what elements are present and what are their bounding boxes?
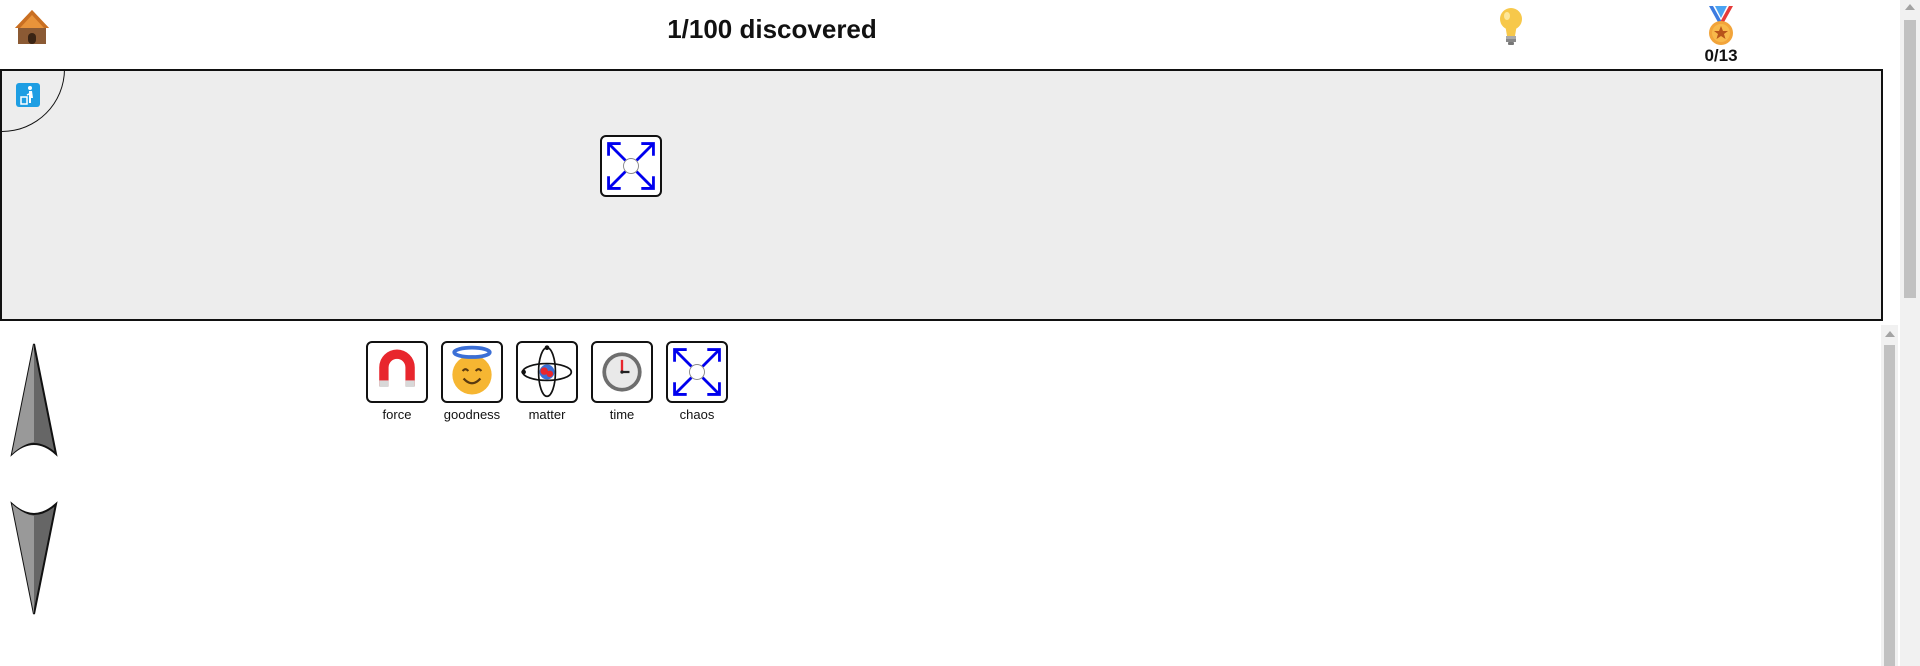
hint-button[interactable] [1495, 6, 1527, 48]
element-tile[interactable] [366, 341, 428, 403]
arrow-down-icon [10, 501, 58, 615]
tray-element-time[interactable]: time [589, 341, 655, 422]
tray-scrollbar-thumb[interactable] [1884, 345, 1895, 666]
trash-button[interactable] [16, 83, 40, 107]
scroll-up-arrow-icon[interactable] [1885, 331, 1895, 337]
element-tile[interactable] [600, 135, 662, 197]
tray-scrollbar[interactable] [1881, 325, 1898, 666]
medal-icon [1709, 6, 1733, 45]
tray-element-chaos[interactable]: chaos [664, 341, 730, 422]
element-label: time [609, 407, 635, 422]
element-label: goodness [443, 407, 501, 422]
medal-count: 0/13 [1704, 46, 1738, 65]
tray-scroll-up-button[interactable] [8, 342, 60, 458]
atom-icon [521, 345, 573, 398]
element-tile[interactable] [591, 341, 653, 403]
page-scrollbar-thumb[interactable] [1904, 20, 1916, 298]
chaos-arrows-icon [673, 348, 721, 396]
smiling-face-with-halo-icon [452, 345, 492, 395]
page-scrollbar[interactable] [1900, 0, 1920, 666]
achievements-button[interactable]: 0/13 [1695, 6, 1747, 65]
arrow-up-icon [10, 343, 58, 457]
element-label: force [382, 407, 412, 422]
scroll-up-arrow-icon[interactable] [1905, 4, 1915, 10]
element-label: matter [528, 407, 566, 422]
tray-element-goodness[interactable]: goodness [439, 341, 505, 422]
element-tile[interactable] [666, 341, 728, 403]
trash-icon [20, 86, 33, 105]
tray-element-matter[interactable]: matter [514, 341, 580, 422]
workspace[interactable] [0, 69, 1883, 321]
tray-element-force[interactable]: force [364, 341, 430, 422]
element-tile[interactable] [516, 341, 578, 403]
discovered-counter: 1/100 discovered [667, 14, 877, 44]
magnet-icon [379, 349, 415, 387]
chaos-arrows-icon [607, 142, 655, 190]
hut-icon [15, 10, 49, 44]
lightbulb-icon [1500, 8, 1522, 45]
element-tile[interactable] [441, 341, 503, 403]
tray-scroll-down-button[interactable] [8, 500, 60, 616]
clock-icon [602, 352, 642, 392]
element-label: chaos [679, 407, 715, 422]
home-button[interactable] [12, 8, 52, 48]
workspace-element-chaos[interactable] [600, 135, 662, 197]
